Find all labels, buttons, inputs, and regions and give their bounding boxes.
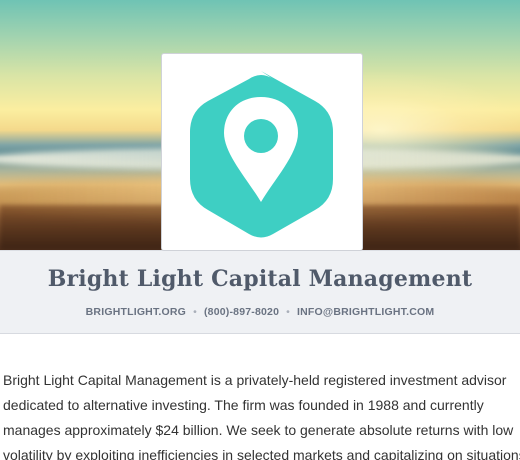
map-pin-hexagon-icon	[190, 71, 333, 238]
phone-link[interactable]: (800)-897-8020	[204, 306, 279, 318]
separator-dot: •	[193, 306, 197, 318]
company-name: Bright Light Capital Management	[47, 266, 473, 292]
separator-dot: •	[286, 306, 291, 318]
company-logo-card	[161, 53, 363, 251]
header-band	[0, 250, 520, 334]
website-link[interactable]: BRIGHTLIGHT.ORG	[86, 306, 186, 318]
contact-info-row: BRIGHTLIGHT.ORG • (800)-897-8020 • INFO@BRIG…	[0, 306, 520, 318]
email-link[interactable]: INFO@BRIGHTLIGHT.COM	[297, 306, 434, 318]
company-description: Bright Light Capital Management is a pri…	[3, 372, 520, 460]
